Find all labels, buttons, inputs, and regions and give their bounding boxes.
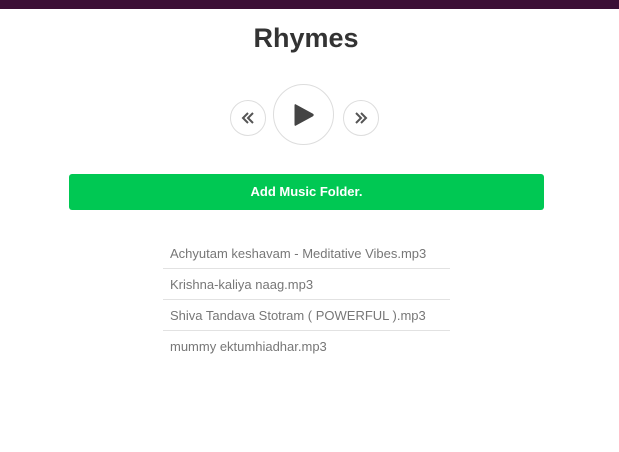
add-music-folder-button[interactable]: Add Music Folder. [69,174,544,210]
playlist-item[interactable]: mummy ektumhiadhar.mp3 [163,331,450,362]
player-controls [0,84,612,146]
double-chevron-left-icon [241,112,254,124]
double-chevron-right-icon [355,112,368,124]
next-button[interactable] [343,100,379,136]
playlist: Achyutam keshavam - Meditative Vibes.mp3… [163,238,450,362]
play-icon [294,103,314,126]
playlist-item[interactable]: Krishna-kaliya naag.mp3 [163,269,450,300]
previous-button[interactable] [230,100,266,136]
play-button[interactable] [273,84,334,145]
top-bar [0,0,619,9]
playlist-item[interactable]: Achyutam keshavam - Meditative Vibes.mp3 [163,238,450,269]
playlist-item[interactable]: Shiva Tandava Stotram ( POWERFUL ).mp3 [163,300,450,331]
page-title: Rhymes [253,23,359,53]
